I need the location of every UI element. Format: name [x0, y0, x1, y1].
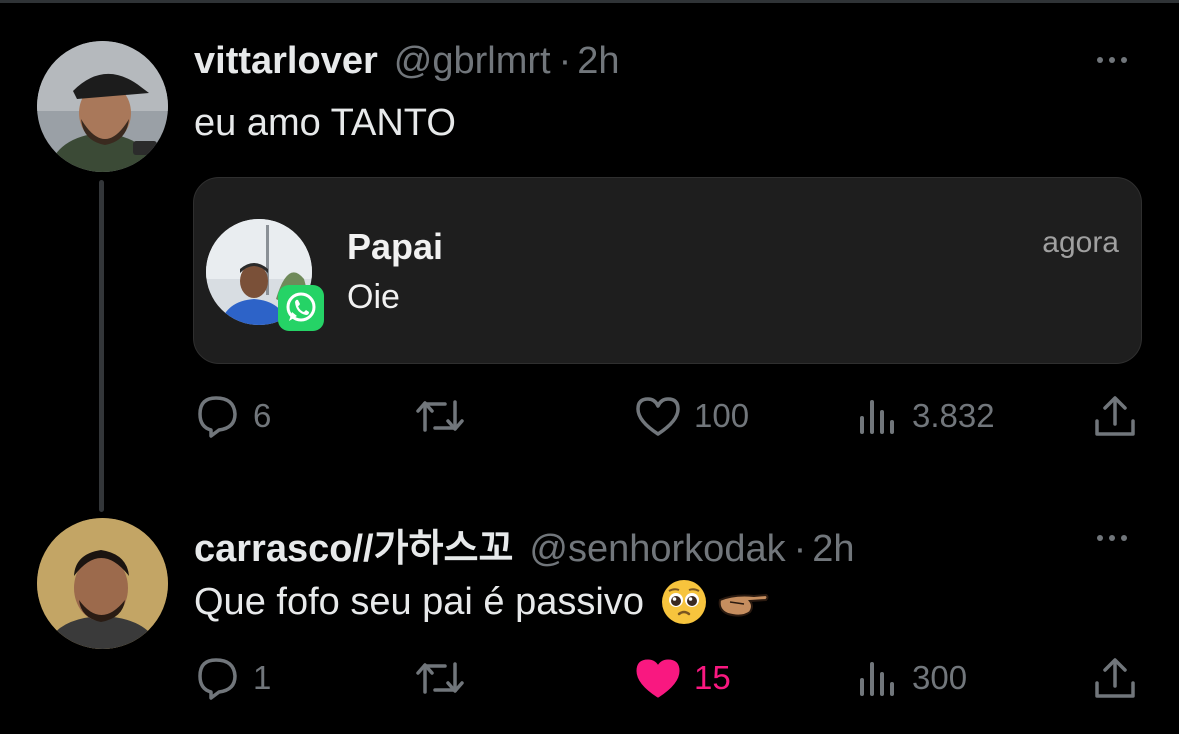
- share-button[interactable]: [1092, 656, 1138, 702]
- reply-icon: [198, 396, 237, 438]
- retweet-button[interactable]: [414, 658, 478, 698]
- reply-button[interactable]: 1: [195, 656, 271, 700]
- analytics-icon: [860, 662, 894, 696]
- tweet-header: carrasco//가하스꼬 @senhorkodak · 2h: [194, 517, 855, 572]
- share-icon: [1095, 658, 1135, 698]
- tweet-header: vittarlover @gbrlmrt · 2h: [194, 40, 620, 83]
- heart-icon: [636, 397, 680, 436]
- whatsapp-icon: [278, 285, 324, 331]
- share-button[interactable]: [1092, 394, 1138, 440]
- pleading-face-emoji: [661, 580, 706, 624]
- views-button[interactable]: 300: [856, 656, 967, 700]
- user-handle[interactable]: @gbrlmrt: [394, 40, 551, 83]
- reply-icon: [198, 658, 237, 700]
- reply-button[interactable]: 6: [195, 394, 271, 438]
- heart-filled-icon: [636, 659, 680, 698]
- display-name[interactable]: carrasco//가하스꼬: [194, 517, 513, 572]
- analytics-icon: [860, 400, 894, 434]
- top-divider: [0, 0, 1179, 3]
- views-button[interactable]: 3.832: [856, 394, 995, 438]
- like-button[interactable]: 100: [634, 395, 749, 437]
- notification-screenshot[interactable]: Papai Oie agora: [193, 177, 1142, 364]
- tweet-text: eu amo TANTO: [194, 102, 456, 144]
- display-name[interactable]: vittarlover: [194, 40, 378, 83]
- separator: ·: [793, 528, 807, 570]
- reply-count: 6: [253, 397, 272, 434]
- notification-time: agora: [1042, 226, 1119, 259]
- pointing-hand-emoji: [718, 593, 769, 617]
- retweet-button[interactable]: [414, 396, 478, 436]
- share-icon: [1095, 396, 1135, 436]
- view-count: 3.832: [912, 397, 995, 434]
- notification-body: Oie: [347, 278, 400, 316]
- retweet-icon: [416, 662, 464, 694]
- reply-count: 1: [253, 659, 272, 696]
- avatar[interactable]: [37, 518, 168, 649]
- avatar[interactable]: [37, 41, 168, 172]
- timestamp[interactable]: 2h: [812, 528, 854, 571]
- like-button[interactable]: 15: [634, 657, 731, 699]
- tweet-text: Que fofo seu pai é passivo: [194, 578, 770, 626]
- notification-title: Papai: [347, 226, 444, 267]
- user-handle[interactable]: @senhorkodak: [529, 528, 785, 571]
- thread-line: [99, 180, 104, 512]
- tweet-text-content: Que fofo seu pai é passivo: [194, 580, 644, 623]
- separator: ·: [558, 40, 572, 82]
- timestamp[interactable]: 2h: [577, 40, 619, 83]
- retweet-icon: [416, 400, 464, 432]
- more-options-icon[interactable]: [1097, 535, 1127, 541]
- like-count: 100: [694, 397, 750, 434]
- like-count: 15: [694, 659, 731, 696]
- view-count: 300: [912, 659, 968, 696]
- more-options-icon[interactable]: [1097, 57, 1127, 63]
